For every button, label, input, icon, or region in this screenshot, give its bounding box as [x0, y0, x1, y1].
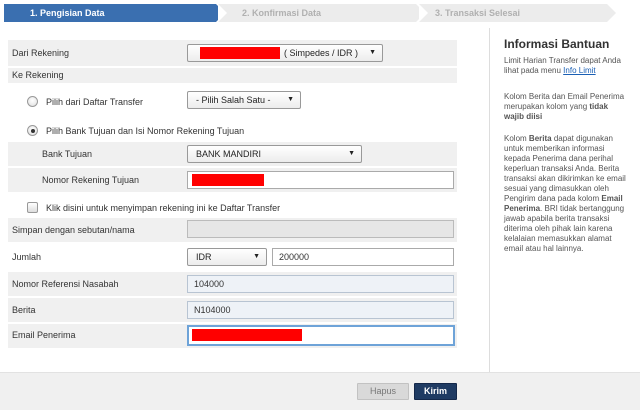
radio-pilih-daftar[interactable]	[27, 96, 38, 107]
row-jumlah: Jumlah IDR ▼ 200000	[8, 245, 457, 269]
label-jumlah: Jumlah	[12, 252, 42, 262]
transfer-list-value: - Pilih Salah Satu -	[196, 95, 271, 105]
save-name-input[interactable]	[187, 220, 454, 238]
caret-down-icon: ▼	[369, 49, 376, 56]
step-pengisian-data: 1. Pengisian Data	[4, 4, 225, 22]
help-paragraph-limit: Limit Harian Transfer dapat Anda lihat p…	[504, 56, 630, 76]
label-email: Email Penerima	[12, 330, 76, 340]
info-limit-link[interactable]: Info Limit	[563, 66, 595, 75]
redacted-account-number	[200, 47, 280, 59]
source-account-type: ( Simpedes / IDR )	[284, 48, 359, 58]
row-berita: Berita N104000	[8, 298, 457, 322]
label-berita: Berita	[12, 305, 36, 315]
form-footer: Hapus Kirim	[0, 372, 640, 410]
row-ke-rekening: Ke Rekening	[8, 68, 457, 83]
label-simpan-nama: Simpan dengan sebutan/nama	[12, 225, 135, 235]
destination-account-input[interactable]	[187, 171, 454, 189]
row-nomor-rekening: Nomor Rekening Tujuan	[8, 168, 457, 192]
help-panel: Informasi Bantuan Limit Harian Transfer …	[489, 28, 640, 372]
bank-select[interactable]: BANK MANDIRI ▼	[187, 145, 362, 163]
save-to-list-checkbox[interactable]	[27, 202, 38, 213]
row-pilih-bank: Pilih Bank Tujuan dan Isi Nomor Rekening…	[8, 122, 457, 140]
caret-down-icon: ▼	[253, 253, 260, 260]
help-berita-b1: Berita	[528, 134, 552, 143]
help-berita-a: Kolom	[504, 134, 527, 143]
currency-value: IDR	[196, 252, 212, 262]
source-account-select[interactable]: ( Simpedes / IDR ) ▼	[187, 44, 383, 62]
step-transaksi-selesai: 3. Transaksi Selesai	[419, 4, 616, 22]
label-pilih-daftar: Pilih dari Daftar Transfer	[46, 97, 144, 107]
caret-down-icon: ▼	[348, 150, 355, 157]
redacted-email	[192, 329, 302, 341]
berita-input[interactable]: N104000	[187, 301, 454, 319]
help-title: Informasi Bantuan	[504, 37, 610, 51]
label-dari-rekening: Dari Rekening	[12, 48, 70, 58]
caret-down-icon: ▼	[287, 96, 294, 103]
label-simpan-checkbox: Klik disini untuk menyimpan rekening ini…	[46, 203, 281, 213]
label-nomor-rekening: Nomor Rekening Tujuan	[42, 175, 140, 185]
currency-select[interactable]: IDR ▼	[187, 248, 267, 266]
amount-input[interactable]: 200000	[272, 248, 454, 266]
row-dari-rekening: Dari Rekening ( Simpedes / IDR ) ▼	[8, 40, 457, 66]
label-pilih-bank: Pilih Bank Tujuan dan Isi Nomor Rekening…	[46, 126, 245, 136]
row-simpan-nama: Simpan dengan sebutan/nama	[8, 218, 457, 242]
label-nomor-referensi: Nomor Referensi Nasabah	[12, 279, 119, 289]
row-simpan-checkbox: Klik disini untuk menyimpan rekening ini…	[8, 200, 457, 216]
kirim-button[interactable]: Kirim	[414, 383, 457, 400]
label-ke-rekening: Ke Rekening	[12, 70, 64, 80]
help-berita-c: dapat digunakan untuk memberikan informa…	[504, 134, 626, 203]
step-indicator: 1. Pengisian Data 2. Konfirmasi Data 3. …	[0, 0, 640, 28]
hapus-button[interactable]: Hapus	[357, 383, 409, 400]
label-bank-tujuan: Bank Tujuan	[42, 149, 93, 159]
row-email: Email Penerima	[8, 324, 457, 348]
redacted-destination-account	[192, 174, 264, 186]
row-pilih-daftar: Pilih dari Daftar Transfer - Pilih Salah…	[8, 85, 457, 113]
help-paragraph-optional: Kolom Berita dan Email Penerima merupaka…	[504, 92, 630, 122]
row-nomor-referensi: Nomor Referensi Nasabah 104000	[8, 272, 457, 296]
email-input[interactable]	[187, 325, 455, 346]
step-konfirmasi-data: 2. Konfirmasi Data	[218, 4, 425, 22]
transfer-list-select[interactable]: - Pilih Salah Satu - ▼	[187, 91, 301, 109]
bank-value: BANK MANDIRI	[196, 149, 262, 159]
help-paragraph-berita: Kolom Berita dapat digunakan untuk membe…	[504, 134, 630, 254]
row-bank-tujuan: Bank Tujuan BANK MANDIRI ▼	[8, 142, 457, 166]
reference-number-input[interactable]: 104000	[187, 275, 454, 293]
radio-pilih-bank[interactable]	[27, 125, 38, 136]
